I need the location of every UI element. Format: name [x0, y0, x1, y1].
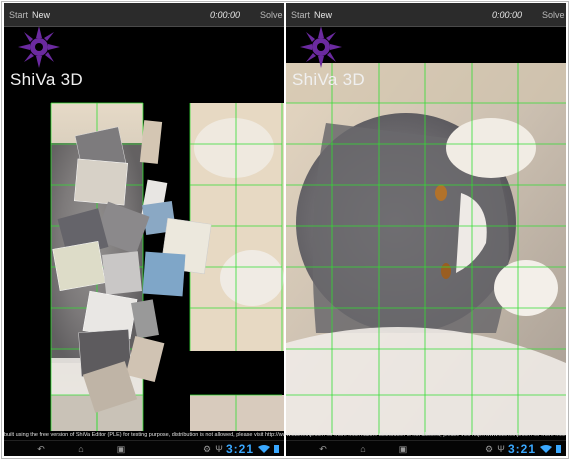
left-device-screen: ShiVa 3D Start New 0:00:00 Solve ↶ ⌂ ▣ ⚙… — [4, 3, 284, 456]
toolbar: Start New 0:00:00 Solve — [286, 3, 566, 27]
solve-button[interactable]: Solve — [542, 8, 565, 22]
solve-button[interactable]: Solve — [260, 8, 283, 22]
cat-paw-top — [194, 118, 274, 178]
puzzle-piece[interactable] — [73, 158, 129, 206]
license-footer-text: built using the free version of ShiVa Ed… — [4, 432, 566, 438]
home-icon[interactable]: ⌂ — [356, 444, 370, 454]
usb-icon: Ψ — [215, 444, 223, 454]
cat-eye — [435, 185, 447, 201]
recent-apps-icon[interactable]: ▣ — [396, 444, 410, 454]
toolbar: Start New 0:00:00 Solve — [4, 3, 284, 27]
usb-icon: Ψ — [497, 444, 505, 454]
home-icon[interactable]: ⌂ — [74, 444, 88, 454]
timer: 0:00:00 — [210, 10, 241, 20]
status-clock: 3:21 — [226, 442, 255, 456]
start-button[interactable]: Start — [9, 8, 28, 22]
android-navbar: ↶ ⌂ ▣ ⚙ Ψ 3:21 — [286, 440, 566, 456]
puzzle-piece[interactable] — [142, 251, 186, 297]
recent-apps-icon[interactable]: ▣ — [114, 444, 128, 454]
battery-icon — [556, 445, 561, 453]
status-clock: 3:21 — [508, 442, 537, 456]
android-navbar: ↶ ⌂ ▣ ⚙ Ψ 3:21 — [4, 440, 284, 456]
wifi-icon — [258, 445, 279, 453]
start-button[interactable]: Start — [291, 8, 310, 22]
right-device-screen: ShiVa 3D Start New 0:00:00 Solve ↶ ⌂ ▣ ⚙… — [286, 3, 566, 456]
new-button[interactable]: New — [314, 8, 332, 22]
puzzle-piece[interactable] — [102, 251, 142, 295]
back-icon[interactable]: ↶ — [34, 444, 48, 454]
back-icon[interactable]: ↶ — [316, 444, 330, 454]
cat-paw-bottom — [220, 250, 284, 306]
cat-paw-top — [446, 118, 536, 178]
puzzle-piece[interactable] — [52, 241, 106, 291]
new-button[interactable]: New — [32, 8, 50, 22]
brand-title: ShiVa 3D — [292, 70, 365, 89]
sun-logo-icon — [18, 26, 60, 68]
cat-eye — [441, 263, 451, 279]
puzzle-bottom-right — [190, 395, 284, 431]
brand-title: ShiVa 3D — [10, 70, 83, 89]
sun-logo-icon — [300, 26, 342, 68]
wifi-icon — [540, 445, 561, 453]
timer: 0:00:00 — [492, 10, 523, 20]
battery-icon — [274, 445, 279, 453]
